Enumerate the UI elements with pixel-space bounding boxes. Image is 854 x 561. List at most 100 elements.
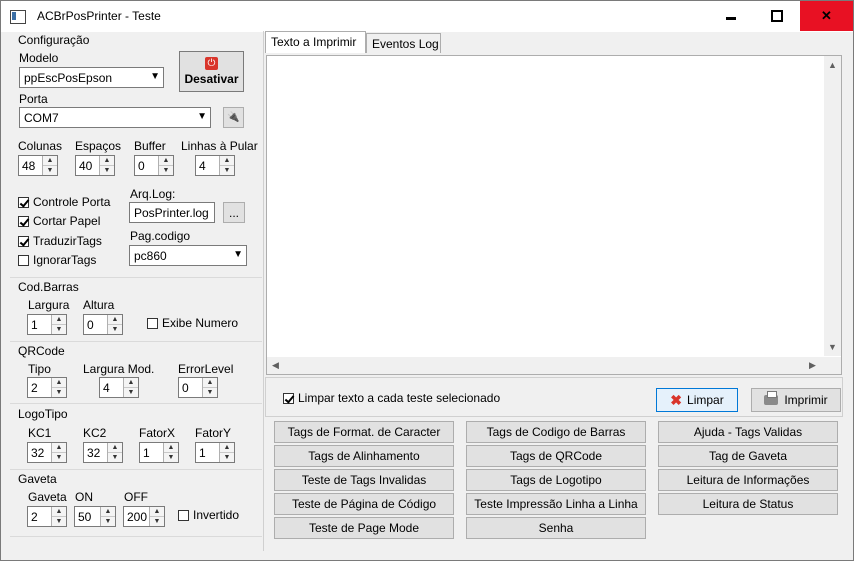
cb-largura-stepper[interactable]: 1 ▲ ▼ bbox=[27, 314, 67, 335]
traduzir-tags-checkbox[interactable]: TraduzirTags bbox=[18, 233, 102, 249]
on-stepper[interactable]: 50 ▲ ▼ bbox=[74, 506, 116, 527]
spin-down-icon[interactable]: ▼ bbox=[101, 517, 115, 526]
spin-up-icon[interactable]: ▲ bbox=[52, 315, 66, 325]
tags-logotipo-button[interactable]: Tags de Logotipo bbox=[466, 469, 646, 491]
limpar-texto-checkbox[interactable]: Limpar texto a cada teste selecionado bbox=[283, 390, 500, 406]
vertical-scrollbar[interactable]: ▲ ▼ bbox=[824, 56, 841, 356]
invertido-checkbox[interactable]: Invertido bbox=[178, 507, 239, 523]
printer-icon bbox=[764, 391, 779, 405]
teste-impressao-linha-button[interactable]: Teste Impressão Linha a Linha bbox=[466, 493, 646, 515]
leitura-informacoes-button[interactable]: Leitura de Informações bbox=[658, 469, 838, 491]
spin-down-icon[interactable]: ▼ bbox=[43, 166, 57, 175]
scroll-left-icon[interactable]: ◀ bbox=[272, 360, 279, 371]
espacos-stepper[interactable]: 40 ▲ ▼ bbox=[75, 155, 115, 176]
off-value: 200 bbox=[127, 510, 148, 524]
senha-button[interactable]: Senha bbox=[466, 517, 646, 539]
exibe-numero-checkbox[interactable]: Exibe Numero bbox=[147, 315, 238, 331]
spin-up-icon[interactable]: ▲ bbox=[43, 156, 57, 166]
spin-up-icon[interactable]: ▲ bbox=[203, 378, 217, 388]
spin-up-icon[interactable]: ▲ bbox=[108, 315, 122, 325]
tab-eventos-log[interactable]: Eventos Log bbox=[366, 33, 441, 53]
cortar-papel-label: Cortar Papel bbox=[33, 214, 101, 228]
kc2-stepper[interactable]: 32 ▲ ▼ bbox=[83, 442, 123, 463]
spin-down-icon[interactable]: ▼ bbox=[220, 166, 234, 175]
tags-alinhamento-button[interactable]: Tags de Alinhamento bbox=[274, 445, 454, 467]
tag-gaveta-button[interactable]: Tag de Gaveta bbox=[658, 445, 838, 467]
modelo-select[interactable]: ppEscPosEpson ▼ bbox=[19, 67, 164, 88]
qrcode-title: QRCode bbox=[18, 344, 65, 358]
print-text-area[interactable]: ▲ ▼ ◀ ▶ bbox=[266, 55, 842, 375]
spin-up-icon[interactable]: ▲ bbox=[101, 507, 115, 517]
porta-select[interactable]: COM7 ▼ bbox=[19, 107, 211, 128]
spin-up-icon[interactable]: ▲ bbox=[100, 156, 114, 166]
traduzir-tags-label: TraduzirTags bbox=[33, 234, 102, 248]
spin-down-icon[interactable]: ▼ bbox=[150, 517, 164, 526]
spin-down-icon[interactable]: ▼ bbox=[52, 517, 66, 526]
port-search-button[interactable]: 🔌 bbox=[223, 107, 244, 128]
colunas-stepper[interactable]: 48 ▲ ▼ bbox=[18, 155, 58, 176]
ajuda-tags-validas-button[interactable]: Ajuda - Tags Validas bbox=[658, 421, 838, 443]
spin-down-icon[interactable]: ▼ bbox=[203, 388, 217, 397]
spin-up-icon[interactable]: ▲ bbox=[220, 443, 234, 453]
limpar-button[interactable]: ✖ Limpar bbox=[656, 388, 738, 412]
imprimir-button[interactable]: Imprimir bbox=[751, 388, 841, 412]
gaveta-stepper[interactable]: 2 ▲ ▼ bbox=[27, 506, 67, 527]
tags-format-caracter-button[interactable]: Tags de Format. de Caracter bbox=[274, 421, 454, 443]
minimize-button[interactable] bbox=[708, 1, 754, 31]
teste-tags-invalidas-button[interactable]: Teste de Tags Invalidas bbox=[274, 469, 454, 491]
linhas-stepper[interactable]: 4 ▲ ▼ bbox=[195, 155, 235, 176]
kc1-stepper[interactable]: 32 ▲ ▼ bbox=[27, 442, 67, 463]
spin-down-icon[interactable]: ▼ bbox=[108, 453, 122, 462]
checkbox-icon bbox=[178, 509, 189, 521]
spin-up-icon[interactable]: ▲ bbox=[108, 443, 122, 453]
tags-codigo-barras-button[interactable]: Tags de Codigo de Barras bbox=[466, 421, 646, 443]
tags-qrcode-button[interactable]: Tags de QRCode bbox=[466, 445, 646, 467]
ignorar-tags-checkbox[interactable]: IgnorarTags bbox=[18, 252, 96, 268]
spin-up-icon[interactable]: ▲ bbox=[159, 156, 173, 166]
browse-log-button[interactable]: ... bbox=[223, 202, 245, 223]
fatory-stepper[interactable]: 1 ▲ ▼ bbox=[195, 442, 235, 463]
fatorx-stepper[interactable]: 1 ▲ ▼ bbox=[139, 442, 179, 463]
spin-down-icon[interactable]: ▼ bbox=[159, 166, 173, 175]
spin-down-icon[interactable]: ▼ bbox=[100, 166, 114, 175]
spin-up-icon[interactable]: ▲ bbox=[52, 443, 66, 453]
spin-up-icon[interactable]: ▲ bbox=[52, 378, 66, 388]
minimize-icon bbox=[726, 16, 736, 20]
buffer-stepper[interactable]: 0 ▲ ▼ bbox=[134, 155, 174, 176]
arqlog-input[interactable]: PosPrinter.log bbox=[129, 202, 215, 223]
spin-up-icon[interactable]: ▲ bbox=[124, 378, 138, 388]
scroll-up-icon[interactable]: ▲ bbox=[828, 60, 837, 70]
checkbox-icon bbox=[18, 235, 29, 247]
scroll-down-icon[interactable]: ▼ bbox=[828, 342, 837, 352]
fatory-value: 1 bbox=[199, 446, 206, 460]
off-stepper[interactable]: 200 ▲ ▼ bbox=[123, 506, 165, 527]
cb-altura-stepper[interactable]: 0 ▲ ▼ bbox=[83, 314, 123, 335]
spin-down-icon[interactable]: ▼ bbox=[52, 388, 66, 397]
maximize-button[interactable] bbox=[754, 1, 800, 31]
teste-pagina-codigo-button[interactable]: Teste de Página de Código bbox=[274, 493, 454, 515]
horizontal-scrollbar[interactable]: ◀ ▶ bbox=[267, 357, 825, 374]
qr-largura-stepper[interactable]: 4 ▲ ▼ bbox=[99, 377, 139, 398]
scroll-right-icon[interactable]: ▶ bbox=[809, 360, 816, 371]
qr-error-stepper[interactable]: 0 ▲ ▼ bbox=[178, 377, 218, 398]
controle-porta-checkbox[interactable]: Controle Porta bbox=[18, 194, 110, 210]
close-button[interactable]: ✕ bbox=[800, 1, 853, 31]
desativar-button[interactable]: ⏻ Desativar bbox=[179, 51, 244, 92]
spin-down-icon[interactable]: ▼ bbox=[52, 453, 66, 462]
teste-page-mode-button[interactable]: Teste de Page Mode bbox=[274, 517, 454, 539]
spin-up-icon[interactable]: ▲ bbox=[52, 507, 66, 517]
scroll-corner bbox=[824, 357, 841, 374]
pagcodigo-select[interactable]: pc860 ▼ bbox=[129, 245, 247, 266]
spin-up-icon[interactable]: ▲ bbox=[164, 443, 178, 453]
spin-down-icon[interactable]: ▼ bbox=[124, 388, 138, 397]
spin-down-icon[interactable]: ▼ bbox=[164, 453, 178, 462]
spin-down-icon[interactable]: ▼ bbox=[220, 453, 234, 462]
spin-up-icon[interactable]: ▲ bbox=[150, 507, 164, 517]
spin-down-icon[interactable]: ▼ bbox=[52, 325, 66, 334]
leitura-status-button[interactable]: Leitura de Status bbox=[658, 493, 838, 515]
spin-up-icon[interactable]: ▲ bbox=[220, 156, 234, 166]
cortar-papel-checkbox[interactable]: Cortar Papel bbox=[18, 213, 100, 229]
spin-down-icon[interactable]: ▼ bbox=[108, 325, 122, 334]
tab-texto-imprimir[interactable]: Texto a Imprimir bbox=[265, 31, 366, 53]
qr-tipo-stepper[interactable]: 2 ▲ ▼ bbox=[27, 377, 67, 398]
